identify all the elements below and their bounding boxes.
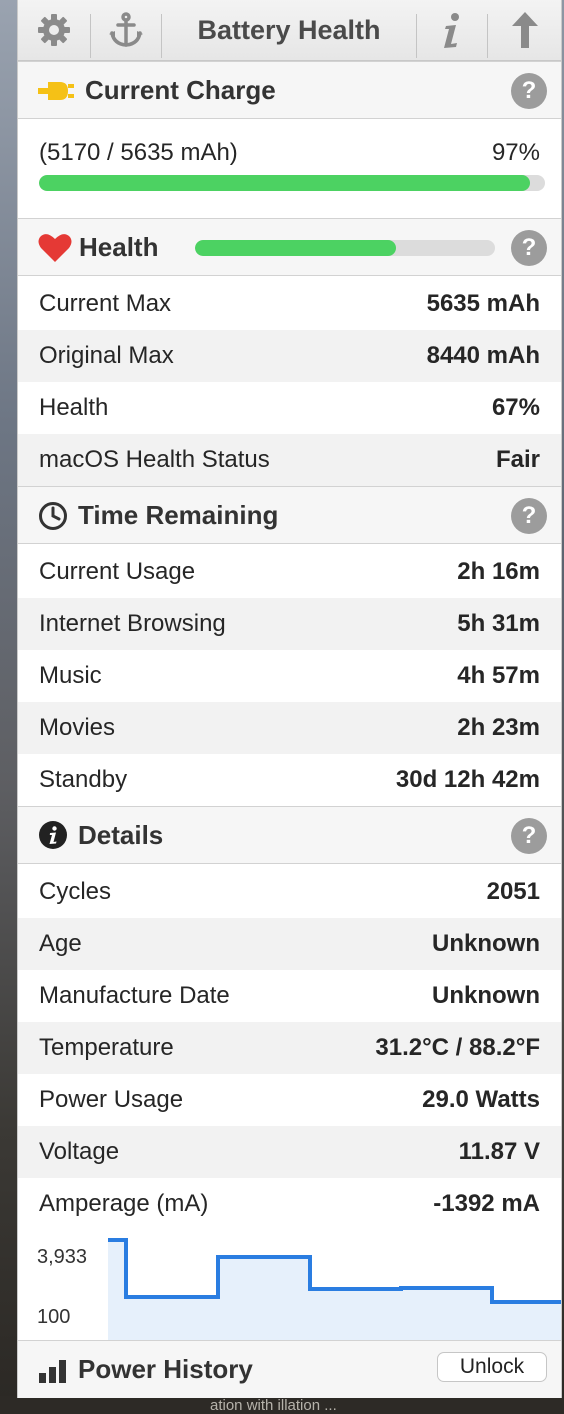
desktop-background-left [0, 0, 18, 1414]
details-row: Manufacture Date Unknown [18, 970, 561, 1022]
health-progress-fill [195, 240, 396, 256]
row-value: 29.0 Watts [422, 1086, 540, 1113]
clock-icon [39, 502, 67, 530]
row-value: 11.87 V [458, 1138, 540, 1165]
row-value: Unknown [432, 930, 540, 957]
charge-capacity: (5170 / 5635 mAh) [39, 139, 238, 166]
heart-icon [38, 234, 72, 262]
row-label: Amperage (mA) [39, 1190, 209, 1217]
app-title: Battery Health [197, 14, 381, 45]
row-label: macOS Health Status [39, 446, 270, 473]
info-button[interactable] [417, 0, 487, 60]
arrow-up-icon [511, 12, 538, 48]
charge-progress-bar [39, 175, 545, 191]
y-tick-label: 100 [37, 1306, 71, 1328]
bar-chart-icon [39, 1360, 66, 1383]
time-row: Current Usage 2h 16m [18, 546, 561, 598]
charge-progress-fill [39, 175, 530, 191]
charge-percent: 97% [491, 139, 540, 166]
settings-button[interactable] [18, 0, 90, 60]
row-value: 8440 mAh [426, 342, 540, 369]
time-row: Internet Browsing 5h 31m [18, 598, 561, 650]
row-value: 5h 31m [457, 610, 540, 637]
plug-icon [38, 82, 74, 100]
time-remaining-header: Time Remaining ? [18, 486, 561, 544]
health-row: Current Max 5635 mAh [18, 278, 561, 330]
health-row: Health 67% [18, 382, 561, 434]
details-row: Power Usage 29.0 Watts [18, 1074, 561, 1126]
row-value: Fair [495, 446, 540, 473]
current-charge-body: (5170 / 5635 mAh) 97% [18, 119, 561, 218]
row-value: 2051 [486, 878, 540, 905]
help-icon[interactable]: ? [511, 498, 547, 534]
row-value: 5635 mAh [426, 290, 540, 317]
row-label: Original Max [39, 342, 174, 369]
details-row: Age Unknown [18, 918, 561, 970]
upload-button[interactable] [488, 0, 561, 60]
row-label: Current Usage [39, 558, 196, 585]
health-header: Health ? [18, 218, 561, 276]
current-charge-header: Current Charge ? [18, 61, 561, 119]
gear-icon [38, 14, 70, 46]
details-row: Amperage (mA) -1392 mA [18, 1178, 561, 1230]
power-history-title: Power History [78, 1354, 253, 1384]
details-row: Temperature 31.2°C / 88.2°F [18, 1022, 561, 1074]
time-row: Standby 30d 12h 42m [18, 754, 561, 806]
amperage-plot [108, 1238, 561, 1340]
battery-health-panel: Battery Health Current Charge ? (5170 / … [17, 0, 562, 1398]
row-label: Age [39, 930, 82, 957]
current-charge-title: Current Charge [85, 74, 276, 105]
row-label: Standby [39, 766, 128, 793]
row-label: Internet Browsing [39, 610, 226, 637]
row-label: Temperature [39, 1034, 174, 1061]
health-row: macOS Health Status Fair [18, 434, 561, 486]
anchor-icon [109, 12, 143, 47]
details-row: Cycles 2051 [18, 866, 561, 918]
background-window-text: ation with illation ... [210, 1398, 337, 1414]
toolbar: Battery Health [18, 0, 561, 61]
details-title: Details [78, 819, 164, 850]
row-label: Manufacture Date [39, 982, 230, 1009]
row-label: Power Usage [39, 1086, 184, 1113]
row-label: Health [39, 394, 109, 421]
row-label: Cycles [39, 878, 112, 905]
row-value: -1392 mA [433, 1190, 540, 1217]
row-label: Current Max [39, 290, 172, 317]
amperage-chart: 3,933 100 [18, 1230, 561, 1340]
details-header: Details ? [18, 806, 561, 864]
pin-button[interactable] [91, 0, 161, 60]
row-value: 2h 23m [457, 714, 540, 741]
row-value: 31.2°C / 88.2°F [375, 1034, 540, 1061]
row-label: Movies [39, 714, 116, 741]
info-icon [444, 13, 459, 48]
health-row: Original Max 8440 mAh [18, 330, 561, 382]
help-icon[interactable]: ? [511, 818, 547, 854]
details-row: Voltage 11.87 V [18, 1126, 561, 1178]
row-value: Unknown [432, 982, 540, 1009]
info-circle-icon [39, 821, 67, 849]
row-value: 67% [491, 394, 540, 421]
time-remaining-title: Time Remaining [78, 499, 279, 530]
help-icon[interactable]: ? [511, 230, 547, 266]
health-title: Health [79, 231, 159, 262]
row-label: Voltage [39, 1138, 120, 1165]
row-value: 4h 57m [457, 662, 540, 689]
time-row: Music 4h 57m [18, 650, 561, 702]
help-icon[interactable]: ? [511, 73, 547, 109]
unlock-button[interactable]: Unlock [437, 1352, 547, 1382]
row-value: 30d 12h 42m [395, 766, 540, 793]
time-row: Movies 2h 23m [18, 702, 561, 754]
health-progress-bar [195, 240, 495, 256]
row-label: Music [39, 662, 102, 689]
y-tick-label: 3,933 [37, 1246, 88, 1268]
row-value: 2h 16m [457, 558, 540, 585]
